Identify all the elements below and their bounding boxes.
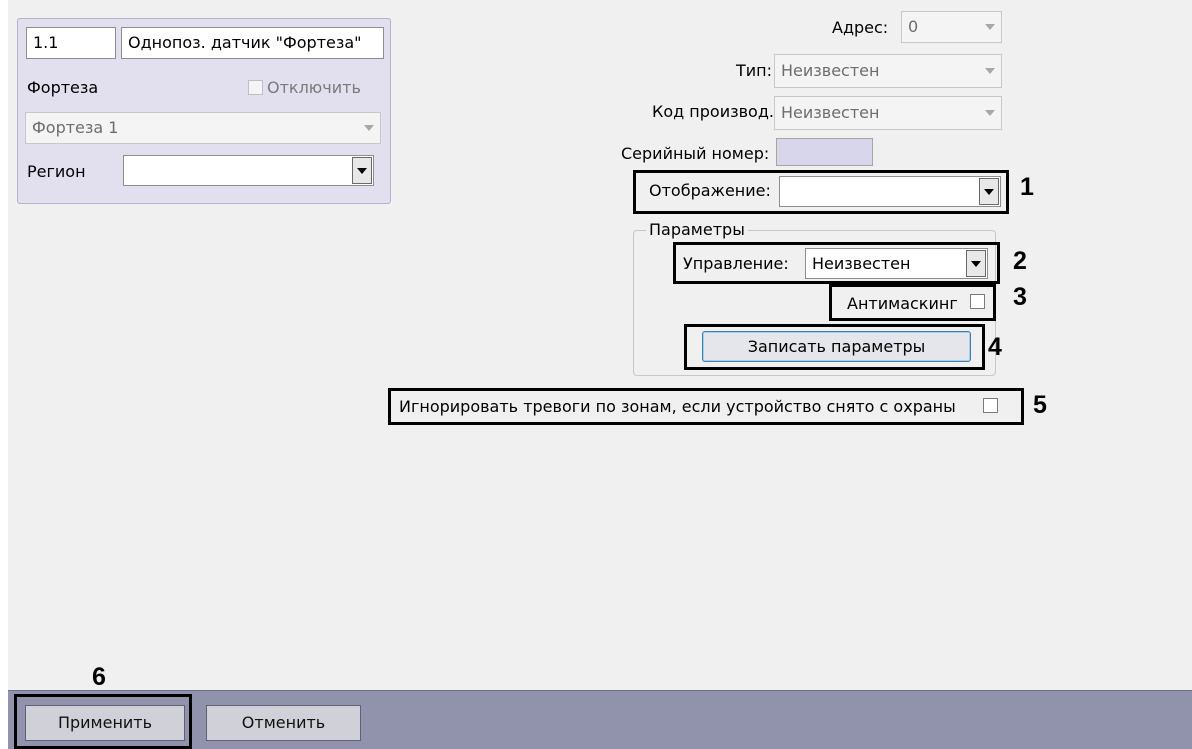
write-parameters-button[interactable]: Записать параметры <box>702 331 971 362</box>
chevron-down-icon <box>979 178 999 205</box>
antimasking-label: Антимаскинг <box>847 294 958 313</box>
parent-select-value: Фортеза 1 <box>32 118 119 137</box>
address-select-value: 0 <box>908 17 919 36</box>
manufacturer-select[interactable]: Неизвестен <box>774 96 1002 130</box>
type-select[interactable]: Неизвестен <box>774 54 1002 88</box>
type-select-value: Неизвестен <box>781 61 880 80</box>
manufacturer-label: Код производ.: <box>652 102 780 121</box>
parent-select[interactable]: Фортеза 1 <box>25 112 381 144</box>
apply-button[interactable]: Применить <box>25 705 185 741</box>
chevron-down-icon <box>980 56 1000 86</box>
control-label: Управление: <box>683 254 789 273</box>
parent-label: Фортеза <box>27 78 99 97</box>
chevron-down-icon <box>359 114 379 142</box>
chevron-down-icon <box>352 157 372 184</box>
disable-checkbox[interactable] <box>248 80 263 95</box>
callout-number: 1 <box>1020 173 1034 201</box>
address-select[interactable]: 0 <box>901 11 1002 43</box>
callout-number: 5 <box>1033 391 1047 419</box>
type-label: Тип: <box>736 61 773 80</box>
callout-number: 4 <box>988 333 1002 361</box>
ignore-alarms-label: Игнорировать тревоги по зонам, если устр… <box>399 397 956 416</box>
device-name-field[interactable]: Однопоз. датчик "Фортеза" <box>121 27 384 59</box>
antimasking-checkbox[interactable] <box>970 294 985 309</box>
region-label: Регион <box>27 162 86 181</box>
control-select[interactable]: Неизвестен <box>805 248 988 279</box>
serial-field[interactable] <box>776 138 873 166</box>
chevron-down-icon <box>966 250 986 277</box>
region-select[interactable] <box>123 155 374 186</box>
display-select[interactable] <box>779 176 1001 207</box>
chevron-down-icon <box>980 13 1000 41</box>
callout-number: 2 <box>1013 247 1027 275</box>
parameters-group-label: Параметры <box>646 222 748 238</box>
disable-label: Отключить <box>267 78 361 97</box>
ignore-alarms-checkbox[interactable] <box>983 398 998 413</box>
cancel-button[interactable]: Отменить <box>206 705 361 741</box>
callout-number: 3 <box>1013 283 1027 311</box>
device-number-field[interactable]: 1.1 <box>26 27 116 59</box>
manufacturer-select-value: Неизвестен <box>781 103 880 122</box>
display-label: Отображение: <box>649 181 771 200</box>
callout-number: 6 <box>92 663 106 691</box>
address-label: Адрес: <box>832 18 889 37</box>
serial-label: Серийный номер: <box>621 144 770 163</box>
control-select-value: Неизвестен <box>812 253 911 273</box>
chevron-down-icon <box>980 98 1000 128</box>
